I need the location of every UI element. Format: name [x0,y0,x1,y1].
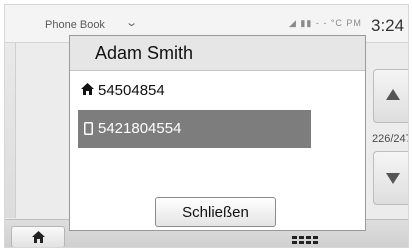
scroll-up-button[interactable] [373,69,408,123]
scroll-down-button[interactable] [373,151,408,205]
contact-popup: Adam Smith 54504854 5421804554 Schließen [69,35,366,231]
clock: 3:24 [371,16,405,35]
home-number: 54504854 [98,82,165,99]
contact-name: Adam Smith [95,43,194,63]
mobile-number-row[interactable]: 5421804554 [78,110,311,148]
phonebook-title[interactable]: Phone Book [45,19,105,31]
home-icon [81,83,94,95]
arrow-down-icon [386,173,400,184]
chevron-down-icon[interactable]: ⌄ [125,16,138,29]
status-indicators: ◢ ▮▮ - - °C PM [289,18,362,28]
keypad-icon[interactable] [292,236,320,246]
left-rail [5,43,16,218]
home-number-row[interactable]: 54504854 [78,78,308,104]
home-icon [32,231,45,243]
close-button[interactable]: Schließen [155,197,276,227]
mobile-phone-icon [84,122,93,135]
home-button[interactable] [11,226,65,247]
close-button-label: Schließen [182,204,249,221]
mobile-number: 5421804554 [98,120,182,137]
arrow-up-icon [386,89,400,100]
head-unit-screen: Phone Book ⌄ ◢ ▮▮ - - °C PM 3:24 226/247… [4,4,409,248]
contact-counter: 226/247 [372,133,409,145]
popup-header: Adam Smith [70,36,365,71]
